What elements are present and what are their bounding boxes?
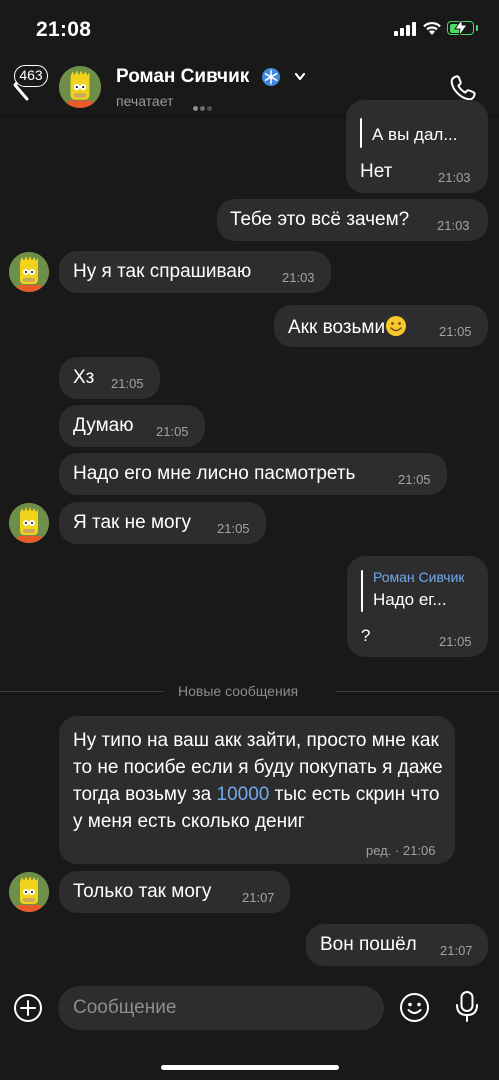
status-time: 21:08 <box>36 18 92 41</box>
message-bubble-incoming[interactable]: Ну типо на ваш акк зайти, просто мне как… <box>59 716 455 864</box>
chevron-down-icon[interactable] <box>294 72 306 82</box>
message-text: ? <box>361 626 371 645</box>
sender-avatar[interactable] <box>9 872 49 912</box>
sticker-smile-icon[interactable] <box>399 992 430 1023</box>
divider-line-right <box>336 691 499 692</box>
sender-avatar[interactable] <box>9 503 49 543</box>
message-text: Я так не могу <box>73 512 192 533</box>
message-time: 21:05 <box>398 472 431 487</box>
message-edited-time: ред. · 21:06 <box>366 843 436 858</box>
message-link[interactable]: 10000 <box>217 784 270 805</box>
new-messages-divider: Новые сообщения <box>178 683 299 699</box>
contact-avatar[interactable] <box>59 66 101 108</box>
message-text: Хз <box>73 367 95 388</box>
typing-status: печатает <box>116 93 174 109</box>
message-content: Акк возьми <box>288 315 407 339</box>
message-time: 21:05 <box>217 521 250 536</box>
message-time: 21:07 <box>440 943 473 958</box>
microphone-icon[interactable] <box>455 990 479 1024</box>
battery-icon <box>447 19 474 36</box>
message-bubble-outgoing[interactable]: А вы дал... Нет 21:03 <box>346 100 488 193</box>
reply-quote-text: А вы дал... <box>372 125 458 144</box>
message-text: Ну типо на ваш акк зайти, просто мне как… <box>73 727 443 835</box>
message-text: Нет <box>360 161 393 182</box>
message-bubble-outgoing[interactable]: Вон пошёл 21:07 <box>306 924 488 966</box>
message-time: 21:07 <box>242 890 275 905</box>
unread-count-badge[interactable]: 463 <box>14 65 48 87</box>
message-text: Надо его мне лисно пасмотреть <box>73 463 356 484</box>
home-indicator[interactable] <box>161 1065 339 1070</box>
message-time: 21:03 <box>437 218 470 233</box>
message-time: 21:03 <box>438 170 471 185</box>
reply-quote-author: Роман Сивчик <box>373 569 465 585</box>
message-time: 21:05 <box>111 376 144 391</box>
contact-name[interactable]: Роман Сивчик <box>116 66 249 88</box>
cellular-signal-icon <box>394 22 416 36</box>
wifi-icon <box>423 21 441 35</box>
message-bubble-incoming[interactable]: Думаю 21:05 <box>59 405 205 447</box>
message-bubble-incoming[interactable]: Я так не могу 21:05 <box>59 502 266 544</box>
message-text: Только так могу <box>73 881 212 902</box>
message-text: Думаю <box>73 415 134 436</box>
message-text: Вон пошёл <box>320 934 417 955</box>
message-time: 21:05 <box>439 324 472 339</box>
message-time: 21:03 <box>282 270 315 285</box>
message-text: Ну я так спрашиваю <box>73 261 252 282</box>
message-time: 21:05 <box>439 634 472 649</box>
message-bubble-incoming[interactable]: Только так могу 21:07 <box>59 871 290 913</box>
message-input-placeholder: Сообщение <box>73 997 177 1018</box>
divider-line-left <box>0 691 163 692</box>
phone-call-icon[interactable] <box>449 74 477 102</box>
reply-quote-text: Надо ег... <box>373 590 447 609</box>
battery-cap <box>476 25 478 31</box>
sender-avatar[interactable] <box>9 252 49 292</box>
message-bubble-incoming[interactable]: Надо его мне лисно пасмотреть 21:05 <box>59 453 447 495</box>
reply-quote-bar <box>360 118 362 148</box>
reply-quote-bar <box>361 570 363 612</box>
smiling-face-emoji-icon <box>386 316 407 336</box>
message-bubble-incoming[interactable]: Хз 21:05 <box>59 357 160 399</box>
message-time: 21:05 <box>156 424 189 439</box>
typing-indicator-icon <box>193 98 214 116</box>
message-bubble-outgoing[interactable]: Тебе это всё зачем? 21:03 <box>217 199 488 241</box>
message-text: Акк возьми <box>288 317 386 338</box>
message-bubble-outgoing[interactable]: Акк возьми 21:05 <box>274 305 488 347</box>
message-bubble-outgoing[interactable]: Роман Сивчик Надо ег... ? 21:05 <box>347 556 488 657</box>
message-text: Тебе это всё зачем? <box>230 209 410 230</box>
message-bubble-incoming[interactable]: Ну я так спрашиваю 21:03 <box>59 251 331 293</box>
verified-snowflake-icon <box>262 68 280 86</box>
add-attachment-icon[interactable] <box>13 993 43 1023</box>
